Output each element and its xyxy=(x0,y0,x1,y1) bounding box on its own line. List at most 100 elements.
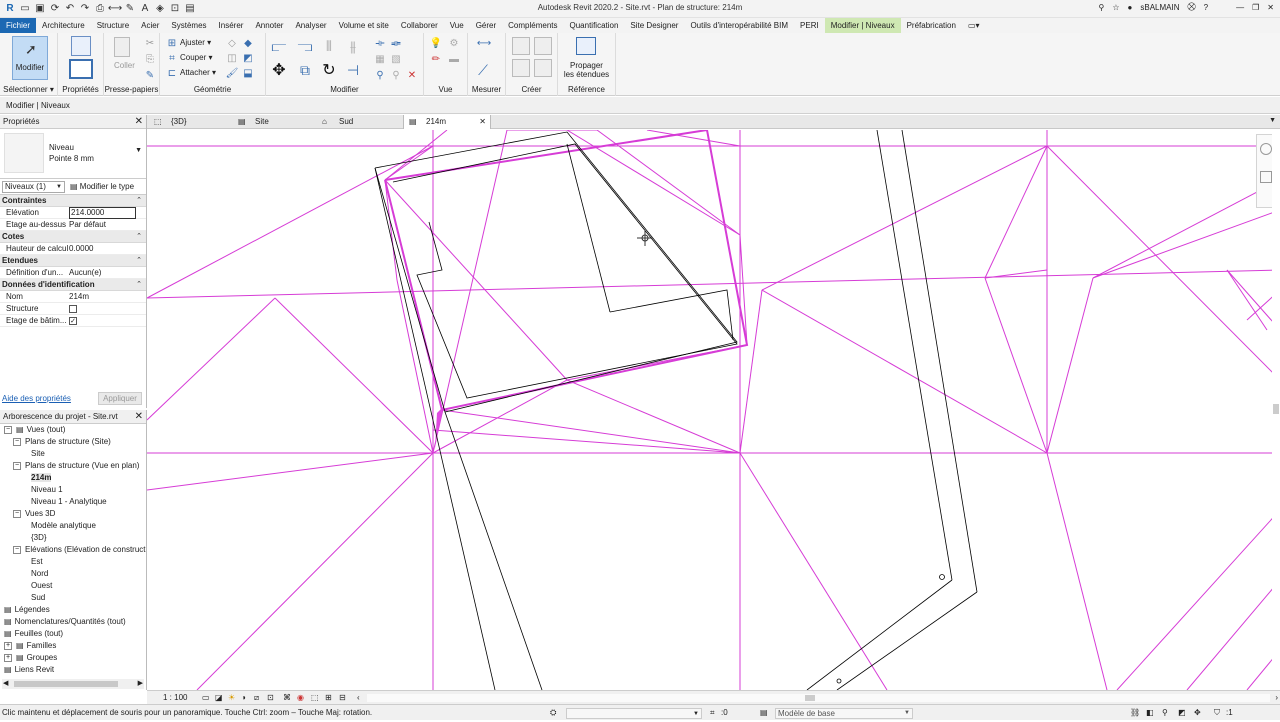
scroll-thumb[interactable] xyxy=(805,695,815,701)
tabs-dropdown-icon[interactable]: ▼ xyxy=(1269,117,1276,124)
propagate-extents-icon[interactable] xyxy=(576,37,596,55)
scale-icon[interactable]: ▧ xyxy=(390,53,402,65)
tree-item[interactable]: Nord xyxy=(31,568,48,580)
steering-wheel-icon[interactable] xyxy=(1260,143,1272,155)
paste-icon[interactable] xyxy=(114,37,130,57)
override-icon[interactable]: ⚙ xyxy=(448,37,460,49)
apply-button[interactable]: Appliquer xyxy=(98,392,142,405)
tree-item[interactable]: − Elévations (Elévation de construction) xyxy=(13,544,146,556)
tab-structure[interactable]: Structure xyxy=(91,18,135,33)
join-icon[interactable]: ⊞ xyxy=(166,37,178,49)
tab-fichier[interactable]: Fichier xyxy=(0,18,37,33)
unpin-icon[interactable]: ⚲ xyxy=(390,69,402,81)
tree-item[interactable]: Modèle analytique xyxy=(31,520,96,532)
copy-element-icon[interactable]: ⧉ xyxy=(296,61,314,79)
propager-label-1[interactable]: Propager xyxy=(558,61,615,70)
shadows-icon[interactable]: ◑ xyxy=(241,691,246,705)
drawing-canvas[interactable] xyxy=(147,130,1280,690)
crop-show-icon[interactable]: ⊡ xyxy=(267,691,274,705)
modify-button[interactable]: ➚ Modifier xyxy=(12,36,48,80)
ribbon-options-icon[interactable]: ▭▾ xyxy=(962,18,986,33)
pin-icon[interactable]: ⚲ xyxy=(374,69,386,81)
workset-dropdown[interactable]: ▼ xyxy=(566,708,702,719)
crop-icon[interactable]: ⧄ xyxy=(254,691,259,705)
rotate-icon[interactable]: ↻ xyxy=(320,61,338,79)
array-icon[interactable]: ▦ xyxy=(374,53,386,65)
tree-item[interactable]: Niveau 1 - Analytique xyxy=(31,496,107,508)
prop-level-above-value[interactable]: Par défaut xyxy=(69,219,136,231)
scroll-thumb[interactable] xyxy=(14,681,118,687)
tab-g-rer[interactable]: Gérer xyxy=(470,18,502,33)
paste-label[interactable]: Coller xyxy=(114,61,135,70)
section-extents[interactable]: Etendues ⌃ xyxy=(0,255,146,267)
tab-site[interactable]: ▤ Site xyxy=(233,115,317,129)
align-icon[interactable]: ⫍ xyxy=(270,37,288,55)
tab-peri[interactable]: PERI xyxy=(794,18,825,33)
editable-only-icon[interactable]: ⌗ xyxy=(710,705,715,721)
close-tab-icon[interactable]: ✕ xyxy=(479,115,486,129)
tab-compl-ments[interactable]: Compléments xyxy=(502,18,563,33)
select-pinned-icon[interactable]: ⚲ xyxy=(1162,705,1168,721)
create-assembly-icon[interactable] xyxy=(512,37,530,55)
tab-analyser[interactable]: Analyser xyxy=(289,18,332,33)
analytical-model-icon[interactable]: ⊞ xyxy=(325,691,332,705)
properties-help-link[interactable]: Aide des propriétés xyxy=(2,394,71,403)
user-icon[interactable]: ● xyxy=(1128,3,1133,12)
tree-item[interactable]: − ▤ Vues (tout) xyxy=(4,424,65,436)
info-search-icon[interactable]: ⚲ xyxy=(1099,3,1105,12)
tab-collaborer[interactable]: Collaborer xyxy=(395,18,444,33)
prop-elevation-input[interactable]: 214.0000 xyxy=(69,207,136,219)
select-underlay-icon[interactable]: ◧ xyxy=(1146,705,1154,721)
tree-item[interactable]: − Vues 3D xyxy=(13,508,55,520)
section-identity[interactable]: Données d'identification ⌃ xyxy=(0,279,146,291)
tab-annoter[interactable]: Annoter xyxy=(249,18,289,33)
tree-item[interactable]: Est xyxy=(31,556,43,568)
scroll-right-icon[interactable]: ▶ xyxy=(138,679,143,687)
cope-icon[interactable]: ⌗ xyxy=(166,52,178,64)
tree-item[interactable]: ▤ Feuilles (tout) xyxy=(4,628,63,640)
temp-hide-icon[interactable]: ⌘ xyxy=(283,691,291,705)
geometry-tool-1-icon[interactable]: ◇ xyxy=(226,37,238,49)
collapse-icon[interactable]: − xyxy=(13,509,21,518)
tab-214m[interactable]: ▤ 214m ✕ xyxy=(403,115,491,129)
close-properties-icon[interactable]: ✕ xyxy=(135,115,143,129)
prop-calc-height-value[interactable]: 0.0000 xyxy=(69,243,136,255)
dimension-aligned-icon[interactable]: ⟋ xyxy=(474,61,492,79)
user-name[interactable]: sBALMAIN xyxy=(1140,3,1179,12)
filter-icon[interactable]: ⛉ xyxy=(1214,705,1220,721)
tab-outils-d-interop-rabilit-bim[interactable]: Outils d'interopérabilité BIM xyxy=(684,18,794,33)
tree-item[interactable]: Site xyxy=(31,448,45,460)
tab-pr-fabrication[interactable]: Préfabrication xyxy=(901,18,962,33)
design-option-dropdown[interactable]: Modèle de base ▼ xyxy=(775,708,913,719)
expand-icon[interactable]: + xyxy=(4,641,12,650)
close-icon[interactable]: ✕ xyxy=(1267,3,1274,12)
tab-quantification[interactable]: Quantification xyxy=(564,18,625,33)
create-group-icon[interactable] xyxy=(534,59,552,77)
tree-item[interactable]: − Plans de structure (Site) xyxy=(13,436,111,448)
tab-syst-mes[interactable]: Systèmes xyxy=(165,18,212,33)
tab-volume-et-site[interactable]: Volume et site xyxy=(333,18,395,33)
ajuster-label[interactable]: Ajuster ▾ xyxy=(180,38,211,47)
canvas-h-scrollbar[interactable] xyxy=(367,694,1270,702)
browser-h-scrollbar[interactable]: ◀ ▶ xyxy=(2,679,144,689)
move-icon[interactable]: ✥ xyxy=(270,61,288,79)
tree-item[interactable]: {3D} xyxy=(31,532,47,544)
paint-icon[interactable]: 🖌 xyxy=(226,67,239,79)
split-face-icon[interactable]: ⬓ xyxy=(242,67,254,79)
collapse-icon[interactable]: − xyxy=(13,437,21,446)
collapse-icon[interactable]: − xyxy=(4,425,12,434)
worksets-icon[interactable]: ⛭ xyxy=(550,705,556,721)
expand-icon[interactable]: + xyxy=(4,653,12,662)
sun-path-icon[interactable]: ☀ xyxy=(228,691,235,705)
copy-icon[interactable]: ⎘ xyxy=(144,53,156,65)
tree-item[interactable]: Sud xyxy=(31,592,45,604)
plan-drawing[interactable] xyxy=(147,130,1280,690)
select-by-face-icon[interactable]: ◩ xyxy=(1178,705,1186,721)
type-properties-icon[interactable] xyxy=(71,36,91,56)
close-browser-icon[interactable]: ✕ xyxy=(135,410,143,424)
tree-item[interactable]: ▤ Nomenclatures/Quantités (tout) xyxy=(4,616,126,628)
tab-sud[interactable]: ⌂ Sud xyxy=(317,115,401,129)
tree-item[interactable]: ▤ Liens Revit xyxy=(4,664,54,676)
worksharing-icon[interactable]: ⬚ xyxy=(311,691,319,705)
prop-scope-box-value[interactable]: Aucun(e) xyxy=(69,267,136,279)
